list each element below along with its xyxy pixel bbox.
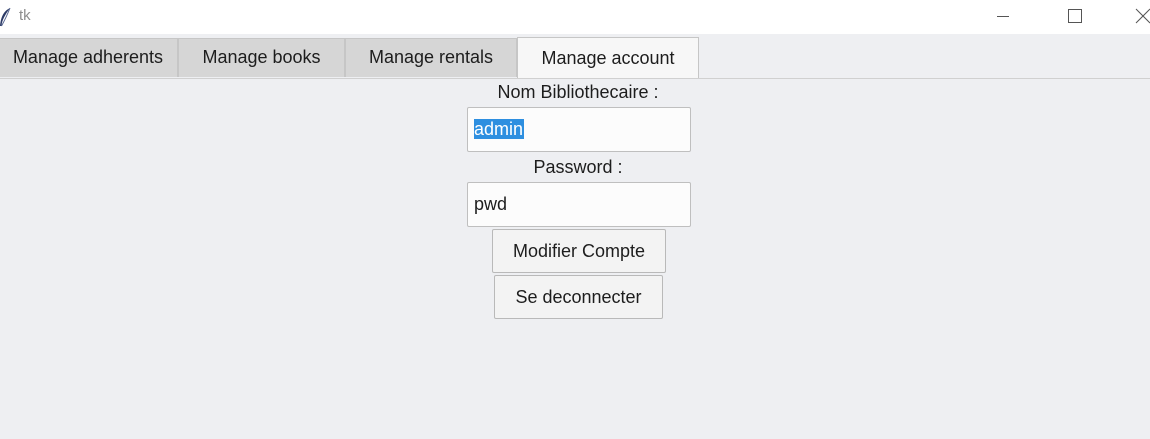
tab-manage-adherents[interactable]: Manage adherents: [0, 38, 178, 77]
password-label: Password :: [533, 157, 623, 177]
title-bar: tk: [0, 0, 1150, 34]
tab-bar: Manage adherents Manage books Manage ren…: [0, 37, 1150, 79]
name-field[interactable]: admin: [467, 107, 691, 152]
minimize-icon: [997, 16, 1009, 17]
password-field-value: pwd: [474, 194, 508, 214]
tab-manage-account[interactable]: Manage account: [517, 37, 699, 78]
minimize-button[interactable]: [980, 0, 1026, 32]
logout-button[interactable]: Se deconnecter: [494, 275, 663, 319]
close-button[interactable]: [1120, 0, 1150, 32]
name-field-value: admin: [474, 119, 525, 139]
maximize-icon: [1068, 9, 1082, 23]
name-label: Nom Bibliothecaire :: [497, 82, 659, 102]
feather-icon: [0, 7, 11, 27]
close-icon: [1135, 8, 1150, 24]
window-title: tk: [19, 7, 31, 24]
tab-manage-books[interactable]: Manage books: [178, 38, 345, 77]
password-field[interactable]: pwd: [467, 182, 691, 227]
modify-account-button[interactable]: Modifier Compte: [492, 229, 666, 273]
maximize-button[interactable]: [1052, 0, 1098, 32]
tab-manage-rentals[interactable]: Manage rentals: [345, 38, 517, 77]
